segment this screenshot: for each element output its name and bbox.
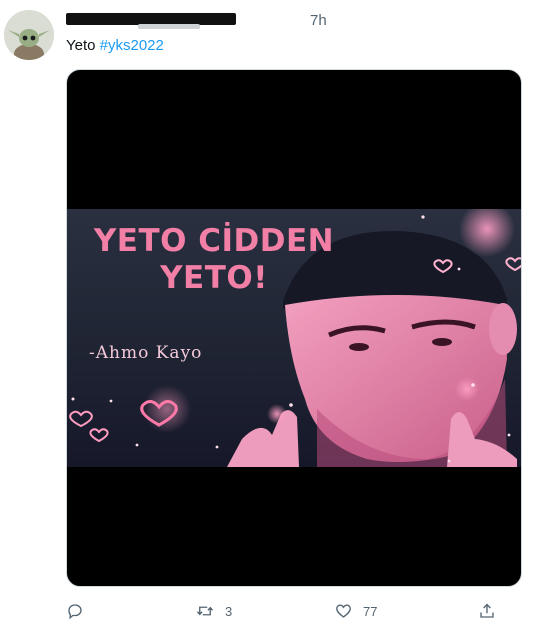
meme-image: YETO CİDDEN YETO! -Ahmo Kayo [67,209,521,467]
avatar-image [4,10,54,60]
share-icon [480,603,494,618]
tweet-text-plain: Yeto [66,37,96,54]
meme-caption-line1: YETO CİDDEN [93,223,335,259]
tweet-text: Yeto #yks2022 [66,36,164,56]
tweet-time[interactable]: 7h [310,12,327,29]
like-icon [336,604,351,618]
tweet-media[interactable]: YETO CİDDEN YETO! -Ahmo Kayo [66,69,522,587]
hashtag-link[interactable]: #yks2022 [100,37,164,54]
meme-credit: -Ahmo Kayo [89,343,203,363]
retweet-count: 3 [225,603,233,619]
reply-icon [68,604,82,620]
reply-button[interactable] [66,596,94,626]
redacted-handle [138,24,200,29]
meme-caption-line2: YETO! [160,260,268,296]
tweet-actions: 3 77 [0,596,553,626]
meme-caption: YETO CİDDEN YETO! [69,223,359,297]
share-button[interactable] [478,596,496,626]
retweet-icon [196,606,214,616]
like-count: 77 [363,603,378,619]
avatar[interactable] [4,10,54,60]
like-button[interactable]: 77 [334,596,377,626]
retweet-button[interactable]: 3 [195,596,232,626]
tweet-header: 7h [66,12,543,34]
